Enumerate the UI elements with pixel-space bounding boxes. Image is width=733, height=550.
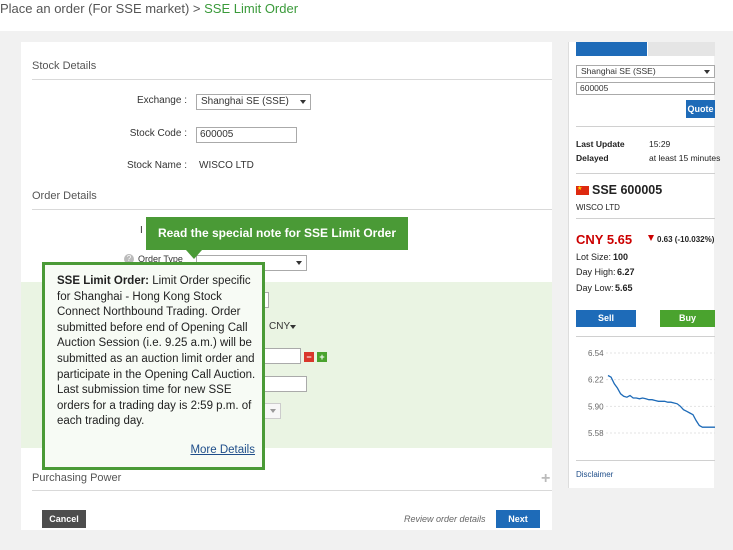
exchange-label: Exchange : <box>136 95 187 106</box>
down-arrow-icon <box>648 235 654 241</box>
stock-name-label: Stock Name : <box>126 160 187 171</box>
special-note-tooltip: Read the special note for SSE Limit Orde… <box>146 217 408 250</box>
expand-plus-icon[interactable]: + <box>541 470 550 488</box>
quote-sidebar: Shanghai SE (SSE) 600005 Quote Last Upda… <box>568 42 720 488</box>
sidebar-exchange-value: Shanghai SE (SSE) <box>581 66 656 76</box>
next-button[interactable]: Next <box>496 510 540 528</box>
stock-price: CNY 5.65 <box>576 232 633 247</box>
last-update-value: 15:29 <box>649 139 671 149</box>
chart-y-tick-label: 5.58 <box>588 429 604 438</box>
currency-value: CNY <box>269 321 291 332</box>
tab-active[interactable] <box>576 42 647 56</box>
price-series-line <box>607 374 715 428</box>
breadcrumb: Place an order (For SSE market) > SSE Li… <box>0 0 298 22</box>
more-details-link[interactable]: More Details <box>190 443 255 459</box>
breadcrumb-separator: > <box>192 1 201 16</box>
popup-title: SSE Limit Order: <box>57 275 150 287</box>
divider <box>32 209 552 210</box>
exchange-select[interactable]: Shanghai SE (SSE) <box>196 94 311 110</box>
chart-y-tick-label: 5.90 <box>588 402 604 411</box>
order-field-label: I <box>140 225 143 236</box>
chevron-down-icon <box>704 70 710 74</box>
chevron-down-icon <box>290 325 296 329</box>
stock-code-label: Stock Code : <box>129 128 187 139</box>
disclaimer-link[interactable]: Disclaimer <box>576 470 613 479</box>
breadcrumb-current: SSE Limit Order <box>204 1 299 16</box>
lot-size-value: 100 <box>613 252 629 262</box>
china-flag-icon: ★ <box>576 186 589 195</box>
sell-button[interactable]: Sell <box>576 310 636 327</box>
breadcrumb-parent[interactable]: Place an order (For SSE market) <box>0 1 189 16</box>
sidebar-code-input[interactable]: 600005 <box>576 82 715 95</box>
divider <box>32 490 552 491</box>
chart-y-tick-label: 6.22 <box>588 376 604 385</box>
divider <box>576 173 715 174</box>
exchange-select-value: Shanghai SE (SSE) <box>201 96 289 107</box>
chevron-down-icon <box>296 261 302 265</box>
day-high-value: 6.27 <box>617 267 635 277</box>
sidebar-exchange-select[interactable]: Shanghai SE (SSE) <box>576 65 715 78</box>
currency-select[interactable]: CNY <box>265 320 298 336</box>
day-low-label: Day Low: <box>576 283 614 293</box>
quote-button[interactable]: Quote <box>686 100 715 118</box>
buy-button[interactable]: Buy <box>660 310 715 327</box>
form-footer: Cancel Review order details Next <box>32 504 552 530</box>
last-update-label: Last Update <box>576 139 625 149</box>
stock-title: SSE 600005 <box>592 183 663 197</box>
delayed-label: Delayed <box>576 153 609 163</box>
tab-inactive[interactable] <box>648 42 715 56</box>
stock-details-header: Stock Details <box>32 60 97 72</box>
chart-y-tick-label: 6.54 <box>588 349 604 358</box>
day-high-label: Day High: <box>576 267 616 277</box>
review-order-link[interactable]: Review order details <box>404 514 486 524</box>
intraday-price-chart: 6.54 6.22 5.90 5.58 <box>588 349 715 438</box>
divider <box>576 218 715 219</box>
sse-limit-order-popup: SSE Limit Order: Limit Order specific fo… <box>42 262 265 470</box>
order-details-header: Order Details <box>32 190 97 202</box>
day-low-value: 5.65 <box>615 283 633 293</box>
divider <box>32 79 552 80</box>
price-change: 0.63 (-10.032%) <box>657 235 715 244</box>
minus-icon[interactable]: − <box>304 352 314 362</box>
divider <box>576 336 715 337</box>
lot-size-label: Lot Size: <box>576 252 612 262</box>
chevron-down-icon <box>300 100 306 104</box>
tooltip-pointer <box>186 250 202 259</box>
divider <box>576 460 715 461</box>
plus-icon[interactable]: + <box>317 352 327 362</box>
stock-name: WISCO LTD <box>576 203 620 212</box>
purchasing-power-header: Purchasing Power <box>32 472 122 484</box>
cancel-button[interactable]: Cancel <box>42 510 86 528</box>
delayed-value: at least 15 minutes <box>649 153 721 163</box>
stock-name-value: WISCO LTD <box>199 160 254 171</box>
popup-body: Limit Order specific for Shanghai - Hong… <box>57 275 256 428</box>
divider <box>576 126 715 127</box>
stock-code-input[interactable]: 600005 <box>196 127 297 143</box>
chevron-down-icon <box>270 409 276 413</box>
